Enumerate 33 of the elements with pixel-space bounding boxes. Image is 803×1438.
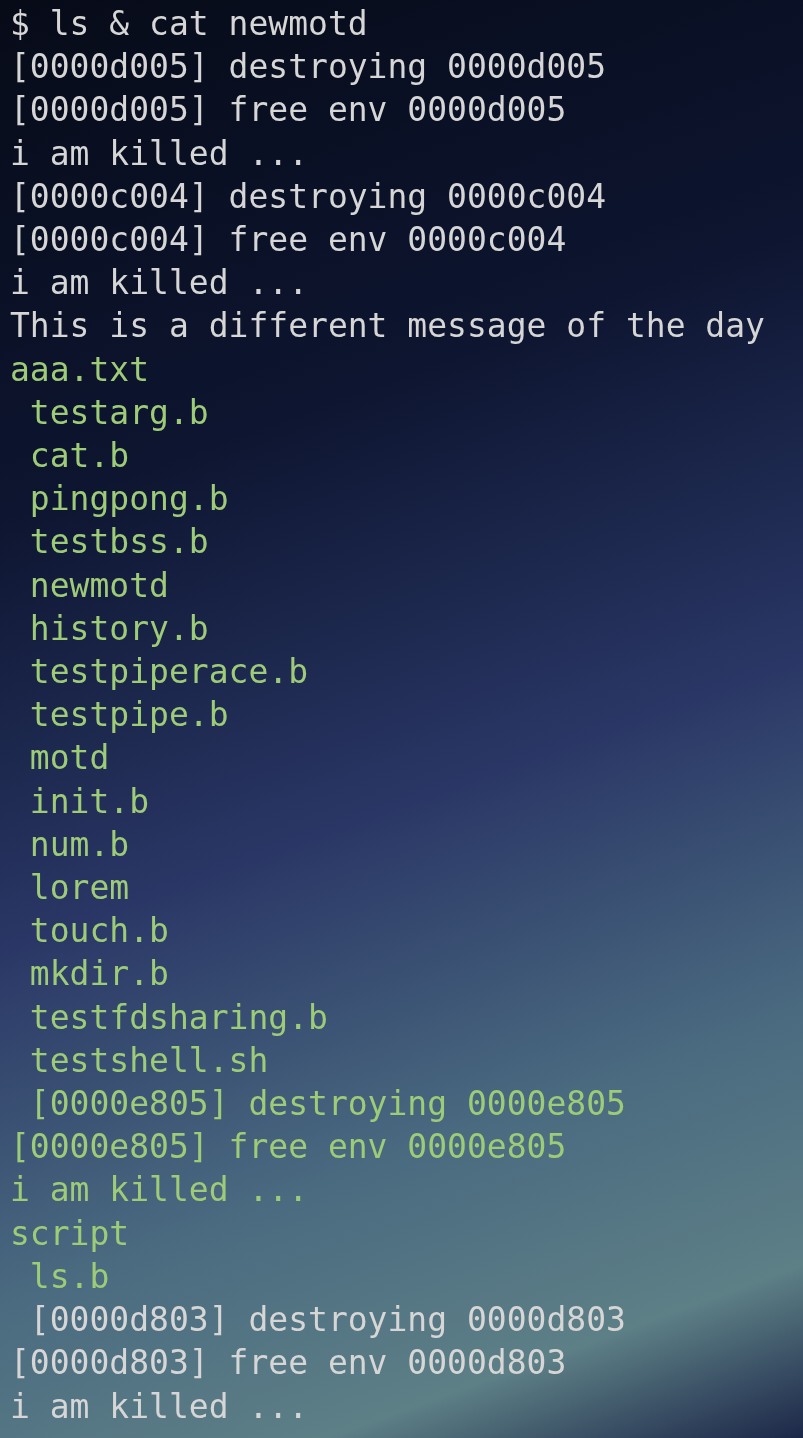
terminal-line: $ ls & cat newmotd: [10, 3, 368, 45]
terminal-line: testarg.b: [28, 391, 209, 434]
terminal-line: num.b: [28, 823, 130, 866]
terminal-line: testpipe.b: [28, 694, 229, 737]
terminal-line: [0000c004] destroying 0000c004: [10, 175, 607, 218]
terminal-line: pingpong.b: [28, 478, 229, 521]
terminal-line: touch.b: [28, 910, 169, 953]
terminal-line: mkdir.b: [28, 953, 169, 996]
terminal-line: ls.b: [28, 1255, 110, 1298]
terminal-line: [0000d803] destroying 0000d803: [28, 1299, 626, 1342]
terminal-line: newmotd: [28, 564, 169, 607]
terminal-line: i am killed ...: [10, 1385, 308, 1428]
terminal-line: testpiperace.b: [28, 651, 308, 694]
terminal-line: lorem: [28, 867, 130, 910]
terminal-line: testshell.sh: [28, 1039, 269, 1082]
terminal-line: testfdsharing.b: [28, 996, 328, 1039]
terminal-line: i am killed ...: [10, 262, 308, 305]
terminal-line: init.b: [28, 780, 150, 823]
terminal-line: [0000d005] free env 0000d005: [10, 89, 567, 132]
terminal-line: history.b: [28, 607, 209, 650]
terminal-line: testbss.b: [28, 521, 209, 564]
terminal-line: [0000e805] destroying 0000e805: [28, 1083, 626, 1126]
terminal-line: This is a different message of the day: [10, 305, 765, 348]
terminal-line: i am killed ...: [10, 132, 308, 175]
terminal-line: cat.b: [28, 435, 130, 478]
terminal-line: [0000d803] free env 0000d803: [10, 1342, 567, 1385]
terminal-line: motd: [28, 737, 110, 780]
terminal-line: script: [10, 1212, 130, 1255]
terminal-line: [0000c004] free env 0000c004: [10, 219, 567, 261]
terminal-line: i am killed ...: [10, 1169, 308, 1212]
terminal-line: [0000e805] free env 0000e805: [10, 1126, 567, 1169]
terminal-line: aaa.txt: [10, 348, 150, 391]
terminal-line: [0000d005] destroying 0000d005: [10, 46, 607, 89]
